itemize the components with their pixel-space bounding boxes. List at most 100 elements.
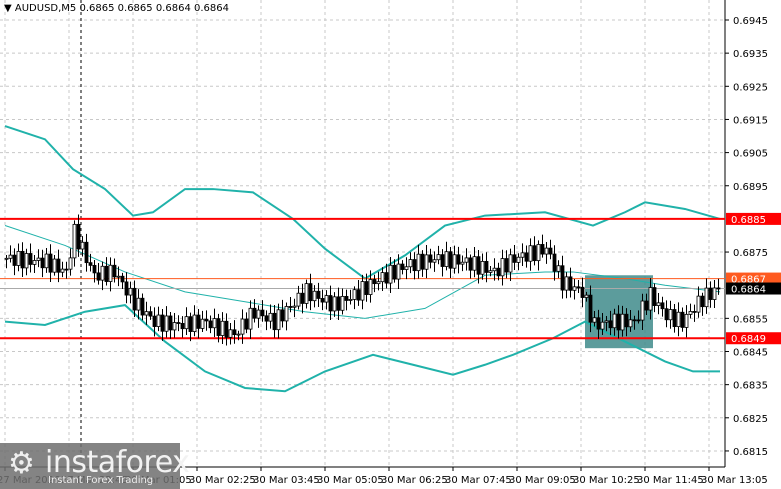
candle-body <box>36 257 41 261</box>
candle-body <box>192 314 197 332</box>
candle-body <box>256 309 261 319</box>
candle-body <box>24 253 29 269</box>
y-tick-label: 0.6815 <box>733 447 768 458</box>
candle-body <box>588 294 593 323</box>
candle-body <box>80 241 85 250</box>
candle-body <box>48 253 53 273</box>
y-tick-label: 0.6935 <box>733 49 768 60</box>
candle-body <box>100 265 105 281</box>
candle-body <box>4 257 9 260</box>
candle-body <box>92 264 97 274</box>
candle-body <box>404 266 409 270</box>
candle-body <box>56 258 61 273</box>
candle-body <box>496 267 501 277</box>
candle-body <box>148 311 153 317</box>
candle-body <box>336 296 341 311</box>
candle-body <box>664 308 669 321</box>
candle-body <box>296 292 301 307</box>
candle-body <box>616 313 621 331</box>
y-tick-label: 0.6915 <box>733 115 768 126</box>
candle-body <box>432 259 437 263</box>
candle-body <box>584 294 589 298</box>
x-tick-label: 30 Mar 02:25 <box>189 475 256 486</box>
candle-body <box>684 313 689 328</box>
candle-body <box>448 251 453 269</box>
candle-body <box>688 311 693 315</box>
candle-body <box>580 286 585 298</box>
y-tick-label: 0.6945 <box>733 16 768 27</box>
candle-body <box>628 319 633 328</box>
candle-body <box>468 257 473 271</box>
candle-body <box>248 307 253 330</box>
candle-body <box>700 295 705 308</box>
candle-body <box>312 290 317 302</box>
candle-body <box>284 306 289 322</box>
candle-body <box>676 311 681 328</box>
candle-body <box>552 253 557 272</box>
candle-body <box>716 287 721 290</box>
candle-body <box>208 320 213 329</box>
candle-body <box>412 259 417 272</box>
candle-body <box>84 241 89 264</box>
candle-body <box>528 245 533 262</box>
candle-body <box>120 275 125 283</box>
candle-body <box>564 276 569 291</box>
candle-body <box>536 244 541 262</box>
candle-body <box>64 268 69 271</box>
candle-body <box>276 309 281 331</box>
y-tick-label: 0.6825 <box>733 414 768 425</box>
candle-body <box>640 300 645 321</box>
candle-body <box>144 311 149 316</box>
candle-body <box>416 253 421 272</box>
candle-body <box>228 329 233 338</box>
candle-body <box>52 258 57 273</box>
candle-body <box>76 223 81 250</box>
candle-body <box>392 264 397 280</box>
candle-body <box>156 314 161 327</box>
candle-body <box>124 281 129 296</box>
candle-body <box>260 309 265 317</box>
candle-body <box>524 252 529 262</box>
candle-body <box>396 263 401 280</box>
candle-body <box>176 322 181 324</box>
candle-body <box>200 318 205 329</box>
candle-body <box>368 279 373 295</box>
y-tick-label: 0.6875 <box>733 248 768 259</box>
candle-body <box>712 287 717 300</box>
candle-body <box>96 272 101 281</box>
candle-body <box>500 258 505 277</box>
x-tick-label: 30 Mar 10:25 <box>573 475 640 486</box>
candle-body <box>624 313 629 328</box>
collapse-triangle-icon[interactable]: ▼ <box>4 3 12 14</box>
candle-body <box>512 254 517 263</box>
candle-body <box>236 333 241 336</box>
candle-body <box>8 254 13 259</box>
candle-body <box>520 252 525 258</box>
instaforex-watermark: ⚙ instaforex Instant Forex Trading <box>0 443 190 489</box>
y-tick-label: 0.6855 <box>733 314 768 325</box>
candle-body <box>456 254 461 265</box>
candle-body <box>252 307 257 319</box>
x-tick-label: 30 Mar 11:45 <box>637 475 704 486</box>
candle-body <box>668 309 673 321</box>
candle-body <box>184 316 189 330</box>
candle-body <box>16 250 21 266</box>
candle-body <box>460 261 465 265</box>
y-tick-label: 0.6925 <box>733 82 768 93</box>
candle-body <box>332 296 337 312</box>
candle-body <box>40 257 45 269</box>
candle-body <box>352 289 357 300</box>
candle-body <box>32 260 37 265</box>
candle-body <box>316 290 321 299</box>
candle-body <box>692 311 697 313</box>
candle-body <box>28 253 33 265</box>
candle-body <box>648 287 653 311</box>
x-tick-label: 30 Mar 05:05 <box>317 475 384 486</box>
candle-body <box>172 322 177 331</box>
chart-window[interactable]: 0.6945 0.6935 0.6925 0.6915 0.6905 0.6895 0.68… <box>0 0 781 489</box>
candle-body <box>696 295 701 313</box>
candle-body <box>340 295 345 311</box>
candle-body <box>356 289 361 301</box>
candle-body <box>268 312 273 322</box>
price-chart[interactable]: 0.6945 0.6935 0.6925 0.6915 0.6905 0.6895 0.68… <box>0 0 781 489</box>
